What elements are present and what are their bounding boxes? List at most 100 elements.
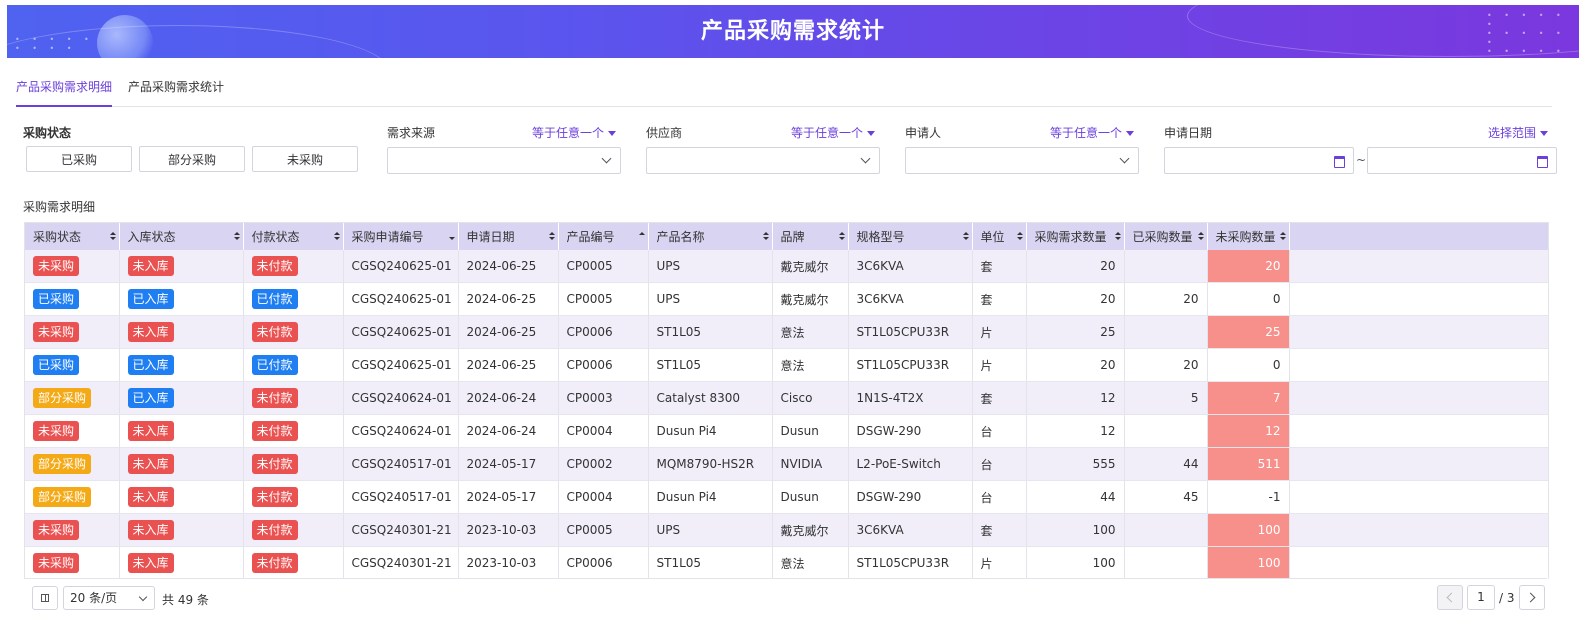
storage-status-cell: 已入库 xyxy=(119,282,244,316)
column-header[interactable]: 申请日期 xyxy=(458,223,559,250)
table-cell: CP0005 xyxy=(558,250,649,283)
table-cell: CGSQ240624-01 xyxy=(343,414,459,448)
table-cell: 2023-10-03 xyxy=(458,546,559,579)
filter-mode-text: 等于任意一个 xyxy=(1050,126,1123,140)
column-header[interactable]: 未采购数量 xyxy=(1207,223,1290,250)
table-cell: 12 xyxy=(1026,414,1125,448)
source-select[interactable] xyxy=(387,147,621,174)
column-header[interactable]: 采购需求数量 xyxy=(1026,223,1125,250)
storage-status-cell: 未入库 xyxy=(119,447,244,481)
column-header[interactable]: 产品名称 xyxy=(648,223,773,250)
table-cell: 套 xyxy=(972,381,1027,415)
caret-down-icon xyxy=(1126,131,1135,136)
status-badge: 已入库 xyxy=(127,388,174,408)
date-start-input[interactable] xyxy=(1164,147,1354,174)
tab-detail[interactable]: 产品采购需求明细 xyxy=(16,78,113,107)
table-row[interactable]: 已采购 已入库 已付款 CGSQ240625-01 2024-06-25 CP0006 ST… xyxy=(25,348,1548,382)
page-size-value: 20 条/页 xyxy=(70,591,118,605)
table-cell: ST1L05 xyxy=(648,348,773,382)
table-cell: Dusun Pi4 xyxy=(648,414,773,448)
table-row[interactable]: 未采购 未入库 未付款 CGSQ240625-01 2024-06-25 CP0006 ST… xyxy=(25,315,1548,349)
status-option-unpurchased[interactable]: 未采购 xyxy=(252,146,358,172)
table-cell: 20 xyxy=(1026,348,1125,382)
table-cell: 25 xyxy=(1207,315,1290,349)
table-row[interactable]: 未采购 未入库 未付款 CGSQ240301-21 2023-10-03 CP0006 ST… xyxy=(25,546,1548,579)
column-settings-button[interactable] xyxy=(32,586,58,610)
column-header[interactable]: 规格型号 xyxy=(848,223,973,250)
prev-page-button[interactable] xyxy=(1437,585,1463,610)
table-cell: UPS xyxy=(648,250,773,283)
data-table: 采购状态 入库状态 付款状态 采购申请编号 申请日期 产品编号 产品名称 品牌 … xyxy=(24,222,1549,579)
tab-statistics[interactable]: 产品采购需求统计 xyxy=(128,78,224,105)
table-filler-cell xyxy=(1289,546,1548,579)
filter-mode-source[interactable]: 等于任意一个 xyxy=(532,124,617,141)
next-page-button[interactable] xyxy=(1519,585,1545,610)
status-option-purchased[interactable]: 已采购 xyxy=(26,146,132,172)
calendar-icon xyxy=(1334,156,1345,168)
column-header[interactable]: 单位 xyxy=(972,223,1027,250)
supplier-select[interactable] xyxy=(646,147,880,174)
storage-status-cell: 未入库 xyxy=(119,414,244,448)
table-row[interactable]: 未采购 未入库 未付款 CGSQ240625-01 2024-06-25 CP0005 UP… xyxy=(25,250,1548,283)
purchase-status-cell: 部分采购 xyxy=(25,381,120,415)
table-cell: 20 xyxy=(1124,348,1208,382)
filter-mode-date[interactable]: 选择范围 xyxy=(1488,124,1549,141)
table-cell: 台 xyxy=(972,480,1027,514)
filter-mode-supplier[interactable]: 等于任意一个 xyxy=(791,124,876,141)
applicant-select[interactable] xyxy=(905,147,1139,174)
table-filler-cell xyxy=(1289,315,1548,349)
column-header[interactable]: 已采购数量 xyxy=(1124,223,1208,250)
date-end-input[interactable] xyxy=(1367,147,1557,174)
status-badge: 已采购 xyxy=(33,355,80,375)
storage-status-cell: 未入库 xyxy=(119,250,244,283)
table-cell: 7 xyxy=(1207,381,1290,415)
status-badge: 未入库 xyxy=(127,520,174,540)
chevron-right-icon xyxy=(1525,592,1536,603)
table-cell: CGSQ240301-21 xyxy=(343,513,459,547)
table-row[interactable]: 未采购 未入库 未付款 CGSQ240624-01 2024-06-24 CP0004 Du… xyxy=(25,414,1548,448)
status-badge: 未采购 xyxy=(33,520,80,540)
table-cell: 套 xyxy=(972,250,1027,283)
filter-mode-applicant[interactable]: 等于任意一个 xyxy=(1050,124,1135,141)
table-row[interactable]: 已采购 已入库 已付款 CGSQ240625-01 2024-06-25 CP0005 UP… xyxy=(25,282,1548,316)
storage-status-cell: 未入库 xyxy=(119,480,244,514)
table-row[interactable]: 未采购 未入库 未付款 CGSQ240301-21 2023-10-03 CP0005 UP… xyxy=(25,513,1548,547)
tab-bar: 产品采购需求明细 产品采购需求统计 xyxy=(16,78,1552,107)
page-size-select[interactable]: 20 条/页 xyxy=(63,586,155,610)
table-row[interactable]: 部分采购 已入库 未付款 CGSQ240624-01 2024-06-24 CP0003 C… xyxy=(25,381,1548,415)
table-cell: CP0004 xyxy=(558,414,649,448)
header-banner: • • • • • • • • • • • • • • • • • • • • • •… xyxy=(7,5,1579,58)
column-header[interactable]: 品牌 xyxy=(772,223,849,250)
table-cell: 2024-06-25 xyxy=(458,282,559,316)
status-option-partial[interactable]: 部分采购 xyxy=(139,146,245,172)
status-badge: 未付款 xyxy=(251,322,298,342)
table-cell: 100 xyxy=(1026,513,1125,547)
table-cell xyxy=(1124,546,1208,579)
table-cell: 3C6KVA xyxy=(848,282,973,316)
table-cell: CGSQ240517-01 xyxy=(343,480,459,514)
table-row[interactable]: 部分采购 未入库 未付款 CGSQ240517-01 2024-05-17 CP0002 M… xyxy=(25,447,1548,481)
filter-label-supplier: 供应商 xyxy=(646,126,683,140)
storage-status-cell: 已入库 xyxy=(119,381,244,415)
table-cell: 12 xyxy=(1026,381,1125,415)
column-header[interactable]: 产品编号 xyxy=(558,223,649,250)
status-badge: 未采购 xyxy=(33,256,80,276)
column-header[interactable]: 入库状态 xyxy=(119,223,244,250)
payment-status-cell: 已付款 xyxy=(243,282,344,316)
filter-mode-text: 选择范围 xyxy=(1488,126,1537,140)
table-cell: 台 xyxy=(972,447,1027,481)
table-cell: 2024-05-17 xyxy=(458,480,559,514)
table-row[interactable]: 部分采购 未入库 未付款 CGSQ240517-01 2024-05-17 CP0004 D… xyxy=(25,480,1548,514)
page-number-input[interactable]: 1 xyxy=(1467,585,1495,610)
caret-down-icon xyxy=(867,131,876,136)
payment-status-cell: 未付款 xyxy=(243,480,344,514)
column-header[interactable]: 付款状态 xyxy=(243,223,344,250)
table-cell xyxy=(1124,315,1208,349)
table-cell: Dusun Pi4 xyxy=(648,480,773,514)
status-badge: 未采购 xyxy=(33,553,80,573)
table-cell: 20 xyxy=(1026,282,1125,316)
column-header[interactable]: 采购状态 xyxy=(25,223,120,250)
status-badge: 未入库 xyxy=(127,256,174,276)
payment-status-cell: 未付款 xyxy=(243,315,344,349)
column-header[interactable]: 采购申请编号 xyxy=(343,223,459,250)
